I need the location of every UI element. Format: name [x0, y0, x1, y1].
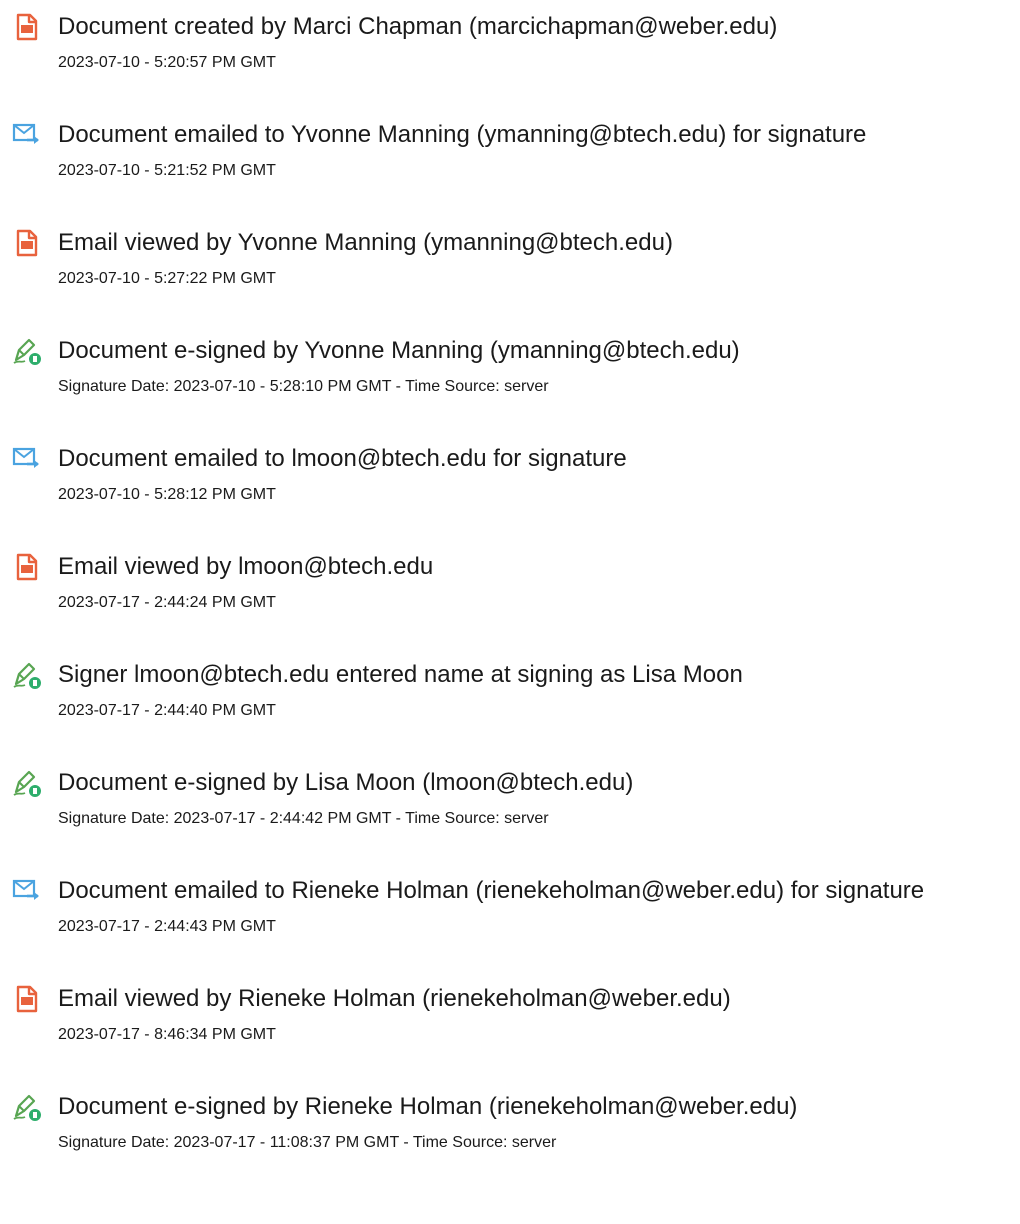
entry-title: Document e-signed by Rieneke Holman (rie…: [58, 1093, 798, 1120]
entry-title: Document e-signed by Lisa Moon (lmoon@bt…: [58, 769, 634, 796]
audit-entry: Document created by Marci Chapman (marci…: [0, 12, 1020, 102]
entry-timestamp: 2023-07-10 - 5:27:22 PM GMT: [58, 270, 276, 287]
pen-signature-icon: [12, 1092, 42, 1122]
entry-title: Document emailed to Rieneke Holman (rien…: [58, 877, 925, 904]
document-viewed-icon: [12, 552, 42, 582]
document-viewed-icon: [12, 984, 42, 1014]
entry-title: Email viewed by lmoon@btech.edu: [58, 553, 434, 580]
audit-entry: Email viewed by lmoon@btech.edu 2023-07-…: [0, 552, 1020, 642]
audit-entry: Email viewed by Rieneke Holman (rienekeh…: [0, 984, 1020, 1074]
document-viewed-icon: [12, 228, 42, 258]
entry-title: Signer lmoon@btech.edu entered name at s…: [58, 661, 743, 688]
audit-entry: Document e-signed by Rieneke Holman (rie…: [0, 1092, 1020, 1182]
audit-entry: Document emailed to lmoon@btech.edu for …: [0, 444, 1020, 534]
entry-title: Document emailed to Yvonne Manning (yman…: [58, 121, 867, 148]
audit-entry: Email viewed by Yvonne Manning (ymanning…: [0, 228, 1020, 318]
entry-timestamp: 2023-07-10 - 5:21:52 PM GMT: [58, 162, 276, 179]
entry-timestamp: 2023-07-17 - 2:44:24 PM GMT: [58, 594, 276, 611]
pen-signature-icon: [12, 336, 42, 366]
entry-timestamp: 2023-07-17 - 8:46:34 PM GMT: [58, 1026, 276, 1043]
pen-signature-icon: [12, 768, 42, 798]
entry-title: Document emailed to lmoon@btech.edu for …: [58, 445, 627, 472]
entry-signature-date: Signature Date: 2023-07-10 - 5:28:10 PM …: [58, 378, 549, 395]
document-created-icon: [12, 12, 42, 42]
entry-timestamp: 2023-07-10 - 5:20:57 PM GMT: [58, 54, 276, 71]
email-send-icon: [12, 120, 42, 150]
entry-title: Document e-signed by Yvonne Manning (yma…: [58, 337, 740, 364]
entry-timestamp: 2023-07-10 - 5:28:12 PM GMT: [58, 486, 276, 503]
audit-entry: Document e-signed by Lisa Moon (lmoon@bt…: [0, 768, 1020, 858]
audit-entry: Document emailed to Yvonne Manning (yman…: [0, 120, 1020, 210]
audit-entry: Document emailed to Rieneke Holman (rien…: [0, 876, 1020, 966]
entry-signature-date: Signature Date: 2023-07-17 - 11:08:37 PM…: [58, 1134, 557, 1151]
entry-title: Document created by Marci Chapman (marci…: [58, 13, 778, 40]
email-send-icon: [12, 876, 42, 906]
audit-entry: Document e-signed by Yvonne Manning (yma…: [0, 336, 1020, 426]
audit-entry: Signer lmoon@btech.edu entered name at s…: [0, 660, 1020, 750]
entry-timestamp: 2023-07-17 - 2:44:40 PM GMT: [58, 702, 276, 719]
entry-timestamp: 2023-07-17 - 2:44:43 PM GMT: [58, 918, 276, 935]
entry-title: Email viewed by Rieneke Holman (rienekeh…: [58, 985, 731, 1012]
pen-signature-icon: [12, 660, 42, 690]
entry-title: Email viewed by Yvonne Manning (ymanning…: [58, 229, 673, 256]
entry-signature-date: Signature Date: 2023-07-17 - 2:44:42 PM …: [58, 810, 549, 827]
email-send-icon: [12, 444, 42, 474]
